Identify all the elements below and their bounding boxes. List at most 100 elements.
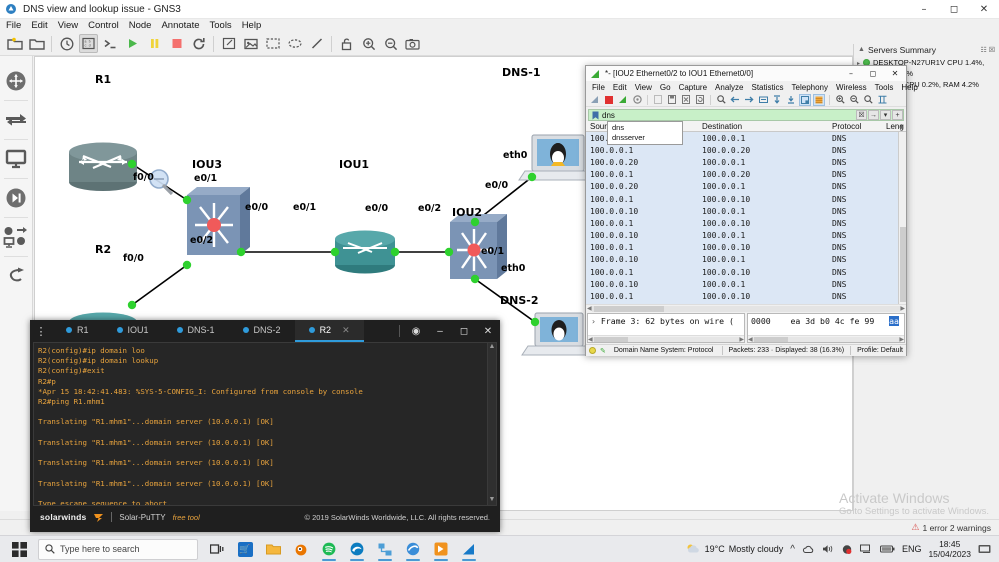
open-file-icon[interactable] bbox=[652, 94, 664, 106]
gns3-icon[interactable] bbox=[372, 537, 398, 562]
restart-capture-icon[interactable] bbox=[617, 94, 629, 106]
packet-bytes-line[interactable]: 0000 ea 3d b0 4c fe 99 aa bbox=[748, 314, 904, 328]
console-icon[interactable] bbox=[101, 34, 120, 53]
windows-start-icon[interactable] bbox=[0, 536, 38, 562]
save-file-icon[interactable] bbox=[666, 94, 678, 106]
scroll-up-icon[interactable]: ▲ bbox=[488, 343, 496, 352]
menu-control[interactable]: Control bbox=[88, 20, 119, 31]
zoom-out-icon[interactable] bbox=[381, 34, 400, 53]
close-tab-icon[interactable]: ✕ bbox=[342, 325, 350, 336]
table-row[interactable]: 100.0.0.10 100.0.0.1 DNS bbox=[586, 254, 906, 266]
packet-detail-frame-line[interactable]: › Frame 3: 62 bytes on wire ( bbox=[588, 314, 744, 328]
table-row[interactable]: 100.0.0.20 100.0.0.1 DNS bbox=[586, 156, 906, 168]
column-header-protocol[interactable]: Protocol bbox=[832, 122, 861, 131]
taskbar-clock[interactable]: 18:45 15/04/2023 bbox=[928, 539, 971, 559]
gns3-maximize-button[interactable]: ◻ bbox=[939, 0, 969, 19]
hscroll-track[interactable] bbox=[752, 336, 900, 342]
ws-menu-wireless[interactable]: Wireless bbox=[836, 83, 867, 92]
putty-close-button[interactable]: ✕ bbox=[476, 320, 500, 342]
reload-all-icon[interactable] bbox=[189, 34, 208, 53]
microsoft-store-icon[interactable]: 🛒 bbox=[232, 537, 258, 562]
menu-help[interactable]: Help bbox=[242, 20, 262, 31]
columns-scroll-up-icon[interactable]: ▲ bbox=[898, 123, 905, 130]
menu-tools[interactable]: Tools bbox=[210, 20, 232, 31]
reload-file-icon[interactable] bbox=[694, 94, 706, 106]
putty-tab-iou1[interactable]: IOU1 bbox=[103, 320, 163, 342]
scrollbar-thumb[interactable] bbox=[900, 226, 906, 303]
start-all-icon[interactable] bbox=[123, 34, 142, 53]
putty-tab-dns-1[interactable]: DNS-1 bbox=[163, 320, 229, 342]
menu-file[interactable]: File bbox=[6, 20, 21, 31]
table-row[interactable]: 100.0.0.1 100.0.0.10 DNS bbox=[586, 193, 906, 205]
snapshot-clock-icon[interactable] bbox=[57, 34, 76, 53]
details-hscrollbar[interactable]: ◀ ▶ bbox=[588, 335, 744, 342]
lock-items-icon[interactable] bbox=[337, 34, 356, 53]
putty-tab-r1[interactable]: R1 bbox=[52, 320, 103, 342]
ws-menu-tools[interactable]: Tools bbox=[875, 83, 894, 92]
ws-menu-capture[interactable]: Capture bbox=[679, 83, 707, 92]
putty-minimize-button[interactable]: – bbox=[428, 320, 452, 342]
ws-menu-file[interactable]: File bbox=[592, 83, 605, 92]
task-view-icon[interactable] bbox=[204, 537, 230, 562]
scroll-right-icon[interactable]: ▶ bbox=[899, 336, 904, 343]
insert-image-icon[interactable] bbox=[241, 34, 260, 53]
table-row[interactable]: 100.0.0.10 100.0.0.1 DNS bbox=[586, 230, 906, 242]
table-row[interactable]: 100.0.0.10 100.0.0.1 DNS bbox=[586, 278, 906, 290]
table-row[interactable]: 100.0.0.1 100.0.0.20 DNS bbox=[586, 169, 906, 181]
close-file-icon[interactable] bbox=[680, 94, 692, 106]
menu-annotate[interactable]: Annotate bbox=[161, 20, 199, 31]
start-capture-icon[interactable] bbox=[589, 94, 601, 106]
gns3-minimize-button[interactable]: – bbox=[909, 0, 939, 19]
display-filter-input[interactable]: dns bbox=[602, 111, 615, 120]
filter-history-icon[interactable]: ▾ bbox=[880, 110, 891, 120]
packet-list-hscrollbar[interactable]: ◀ ▶ bbox=[586, 304, 906, 312]
draw-line-icon[interactable] bbox=[307, 34, 326, 53]
putty-maximize-button[interactable]: ◻ bbox=[452, 320, 476, 342]
go-back-icon[interactable] bbox=[729, 94, 741, 106]
capture-options-icon[interactable] bbox=[631, 94, 643, 106]
putty-menu-icon[interactable]: ⋮ bbox=[30, 320, 52, 342]
blender-icon[interactable] bbox=[288, 537, 314, 562]
bytes-hscrollbar[interactable]: ◀ ▶ bbox=[748, 335, 904, 342]
browse-switches-icon[interactable] bbox=[1, 103, 31, 137]
browse-all-devices-icon[interactable] bbox=[1, 220, 31, 254]
menu-edit[interactable]: Edit bbox=[31, 20, 47, 31]
close-panel-icon[interactable]: ☒ bbox=[989, 46, 995, 54]
add-note-icon[interactable] bbox=[219, 34, 238, 53]
ws-menu-analyze[interactable]: Analyze bbox=[715, 83, 743, 92]
volume-icon[interactable] bbox=[822, 544, 834, 554]
show-hide-interface-labels-icon[interactable]: a bc d bbox=[79, 34, 98, 53]
browse-routers-icon[interactable] bbox=[1, 64, 31, 98]
add-filter-button-icon[interactable]: + bbox=[892, 110, 903, 120]
search-input[interactable]: Type here to search bbox=[38, 538, 198, 560]
language-indicator[interactable]: ENG bbox=[902, 544, 922, 554]
undock-panel-icon[interactable]: ☷ bbox=[980, 46, 986, 54]
apply-filter-icon[interactable]: → bbox=[868, 110, 879, 120]
scroll-down-icon[interactable]: ▼ bbox=[488, 496, 496, 505]
go-first-packet-icon[interactable] bbox=[771, 94, 783, 106]
wireshark-minimize-button[interactable]: – bbox=[840, 66, 862, 81]
gns3-close-button[interactable]: ✕ bbox=[969, 0, 999, 19]
normal-size-icon[interactable] bbox=[862, 94, 874, 106]
draw-rectangle-icon[interactable] bbox=[263, 34, 282, 53]
packet-bytes-pane[interactable]: 0000 ea 3d b0 4c fe 99 aa ◀ ▶ bbox=[747, 313, 905, 343]
show-hidden-icons-icon[interactable]: ^ bbox=[790, 544, 795, 555]
wireshark-close-button[interactable]: ✕ bbox=[884, 66, 906, 81]
table-row[interactable]: 100.0.0.1 100.0.0.20 DNS bbox=[586, 144, 906, 156]
scroll-right-icon[interactable]: ▶ bbox=[739, 336, 744, 343]
bookmark-icon[interactable] bbox=[592, 111, 599, 120]
stop-all-icon[interactable] bbox=[167, 34, 186, 53]
stop-capture-icon[interactable] bbox=[603, 94, 615, 106]
onedrive-icon[interactable] bbox=[802, 544, 815, 554]
screenshot-icon[interactable] bbox=[403, 34, 422, 53]
find-packet-icon[interactable] bbox=[715, 94, 727, 106]
zoom-in-icon[interactable] bbox=[359, 34, 378, 53]
pause-all-icon[interactable] bbox=[145, 34, 164, 53]
putty-tab-r2[interactable]: R2 ✕ bbox=[294, 320, 364, 342]
solar-putty-icon[interactable] bbox=[428, 537, 454, 562]
ws-menu-go[interactable]: Go bbox=[660, 83, 671, 92]
wireshark-maximize-button[interactable]: ◻ bbox=[862, 66, 884, 81]
spotify-icon[interactable] bbox=[316, 537, 342, 562]
autocomplete-item-dns[interactable]: dns bbox=[608, 123, 682, 133]
colorize-icon[interactable] bbox=[813, 93, 825, 106]
